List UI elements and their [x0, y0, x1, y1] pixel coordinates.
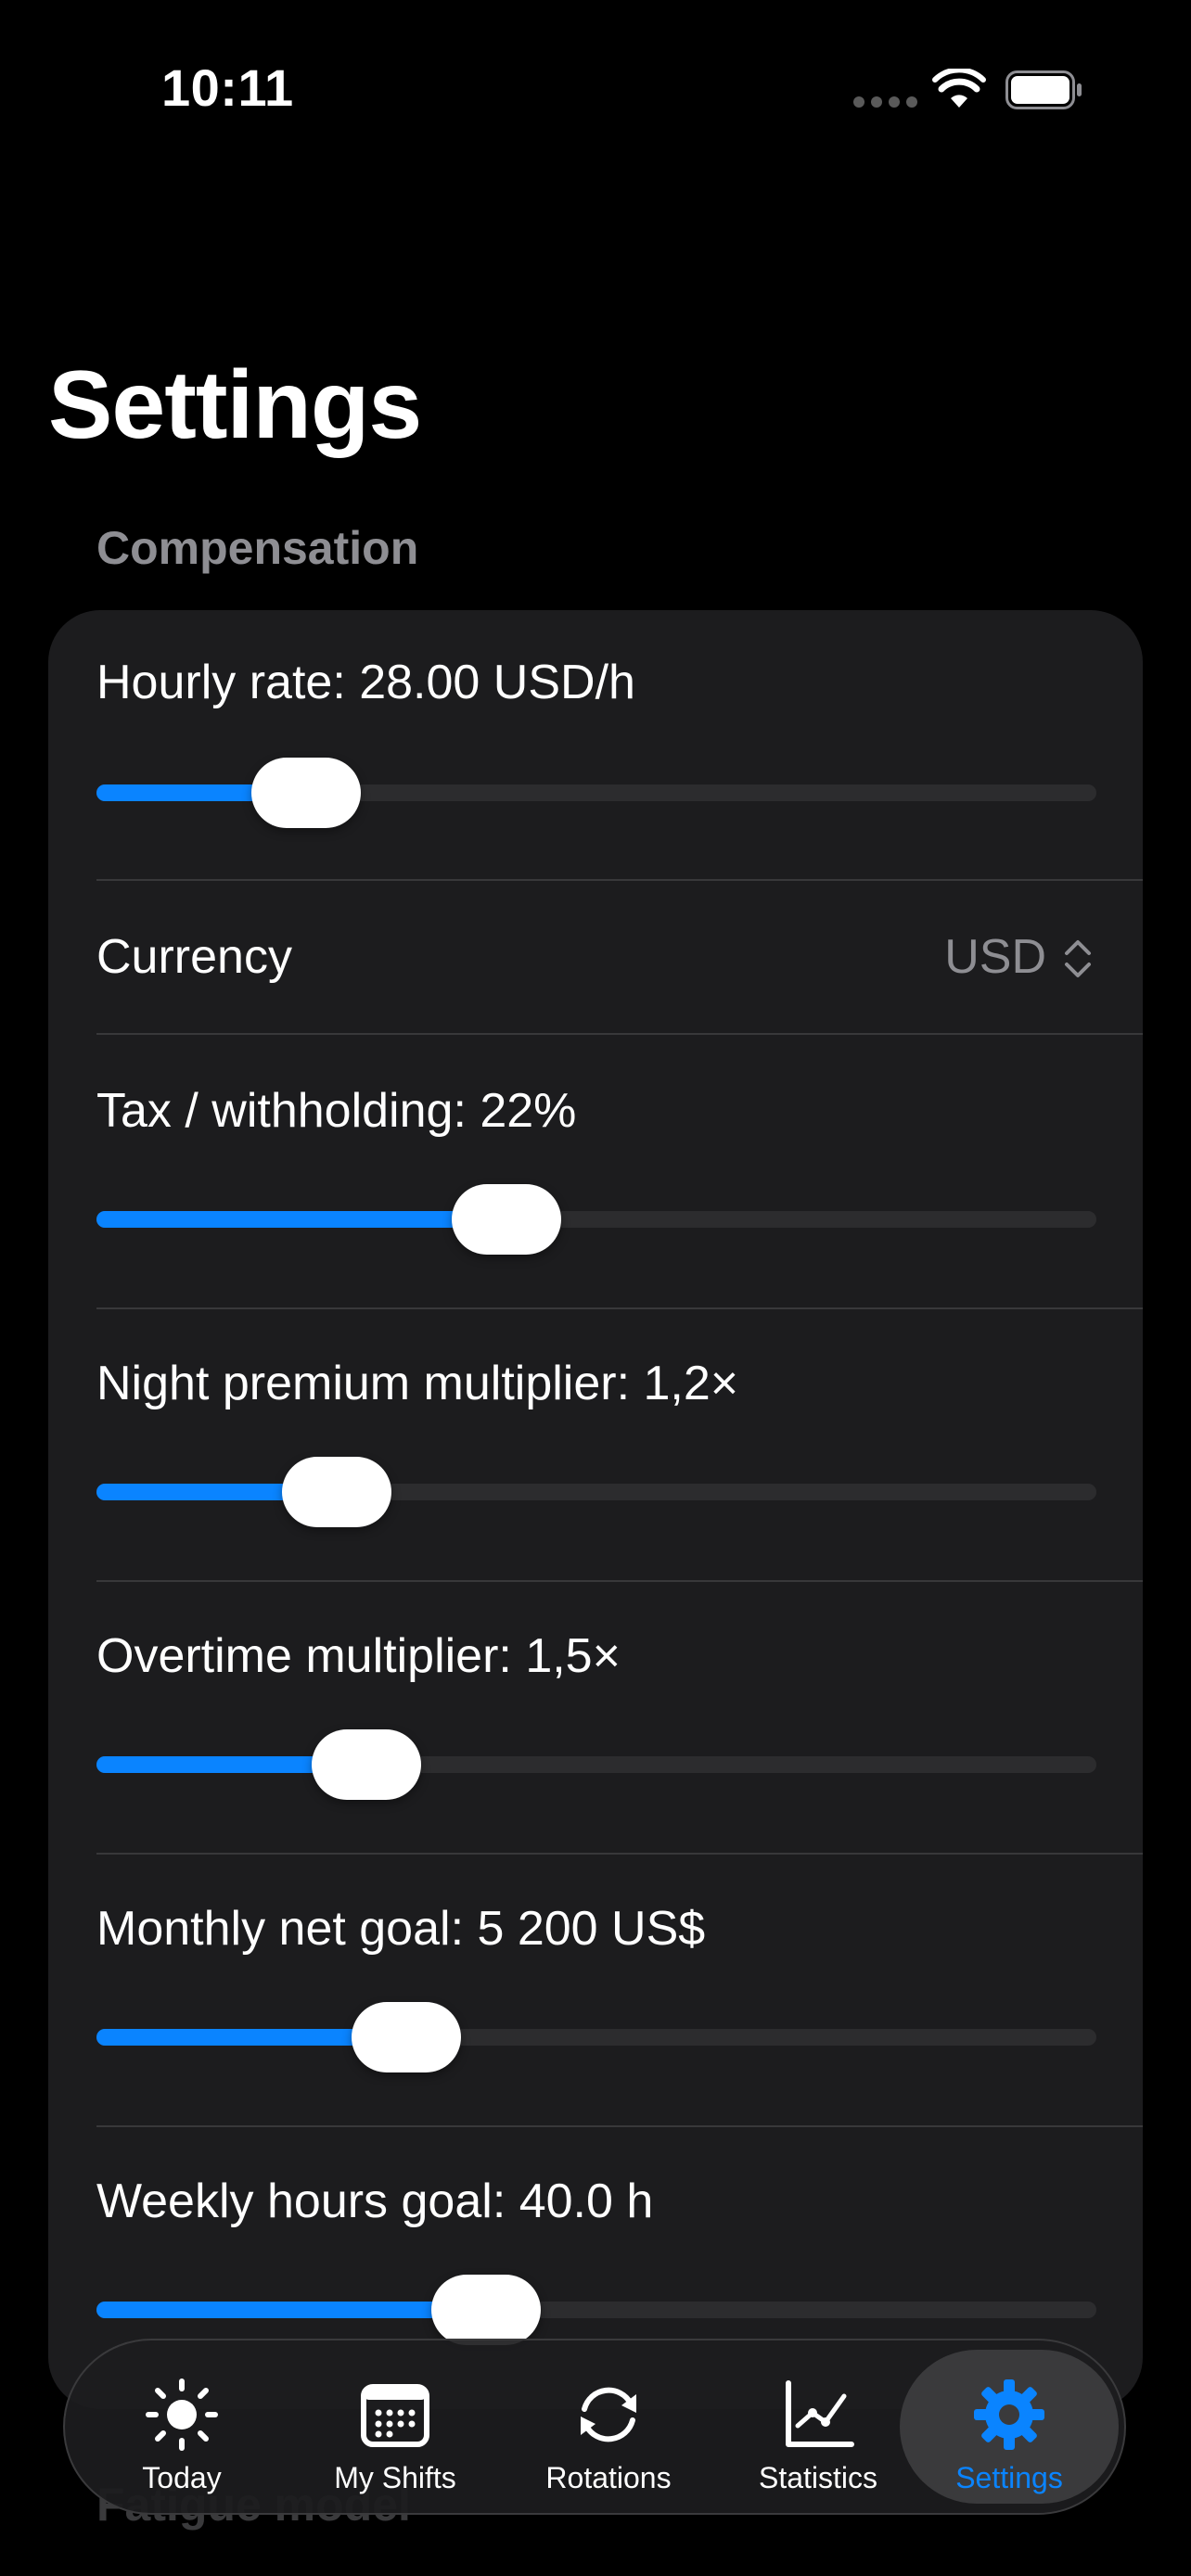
page-title: Settings: [48, 351, 422, 459]
sun-icon: [146, 2378, 218, 2451]
tab-today[interactable]: Today: [108, 2348, 256, 2506]
chevron-up-down-icon[interactable]: [1061, 937, 1095, 981]
divider: [96, 1033, 1143, 1035]
slider-thumb[interactable]: [312, 1729, 422, 1800]
tax-label: Tax / withholding: 22%: [96, 1084, 577, 1138]
status-time: 10:11: [161, 58, 294, 117]
gear-icon: [974, 2379, 1044, 2450]
compensation-card: Hourly rate: 28.00 USD/h Currency USD Ta…: [48, 610, 1143, 2409]
slider-thumb[interactable]: [451, 1184, 561, 1255]
tab-label: Today: [142, 2461, 222, 2494]
slider-thumb[interactable]: [281, 1457, 391, 1527]
tab-statistics[interactable]: Statistics: [725, 2348, 911, 2506]
section-header-compensation: Compensation: [96, 522, 419, 574]
night-premium-label: Night premium multiplier: 1,2×: [96, 1357, 739, 1410]
monthly-goal-label: Monthly net goal: 5 200 US$: [96, 1902, 706, 1956]
slider-thumb[interactable]: [251, 758, 362, 828]
slider-fill: [96, 1211, 506, 1228]
cellular-signal-icon: [853, 96, 917, 108]
currency-label: Currency: [96, 930, 292, 984]
slider-thumb[interactable]: [352, 2002, 462, 2072]
tab-label: My Shifts: [334, 2461, 456, 2494]
currency-picker-value[interactable]: USD: [944, 929, 1046, 985]
slider-thumb[interactable]: [431, 2275, 542, 2345]
weekly-hours-label: Weekly hours goal: 40.0 h: [96, 2174, 654, 2228]
tab-my-shifts[interactable]: My Shifts: [302, 2348, 488, 2506]
divider: [96, 879, 1143, 881]
divider: [96, 1580, 1143, 1582]
hourly-rate-label: Hourly rate: 28.00 USD/h: [96, 656, 635, 709]
divider: [96, 1307, 1143, 1309]
tax-slider[interactable]: [96, 1184, 1096, 1255]
battery-icon: [1005, 70, 1082, 109]
tab-rotations[interactable]: Rotations: [516, 2348, 701, 2506]
divider: [96, 1853, 1143, 1855]
tab-settings[interactable]: Settings: [916, 2348, 1102, 2506]
overtime-slider[interactable]: [96, 1729, 1096, 1800]
chart-icon: [786, 2380, 854, 2447]
hourly-rate-slider[interactable]: [96, 758, 1096, 828]
calendar-icon: [361, 2384, 429, 2447]
tab-label: Settings: [955, 2461, 1063, 2494]
weekly-hours-slider[interactable]: [96, 2275, 1096, 2345]
rotate-icon: [581, 2387, 636, 2442]
tab-label: Statistics: [758, 2461, 878, 2494]
overtime-label: Overtime multiplier: 1,5×: [96, 1629, 621, 1683]
tab-bar: Today My Shifts Rotations Statistics Set…: [63, 2339, 1126, 2515]
night-premium-slider[interactable]: [96, 1457, 1096, 1527]
tab-label: Rotations: [545, 2461, 672, 2494]
wifi-icon: [932, 69, 986, 108]
slider-fill: [96, 2302, 487, 2318]
monthly-goal-slider[interactable]: [96, 2002, 1096, 2072]
divider: [96, 2125, 1143, 2127]
